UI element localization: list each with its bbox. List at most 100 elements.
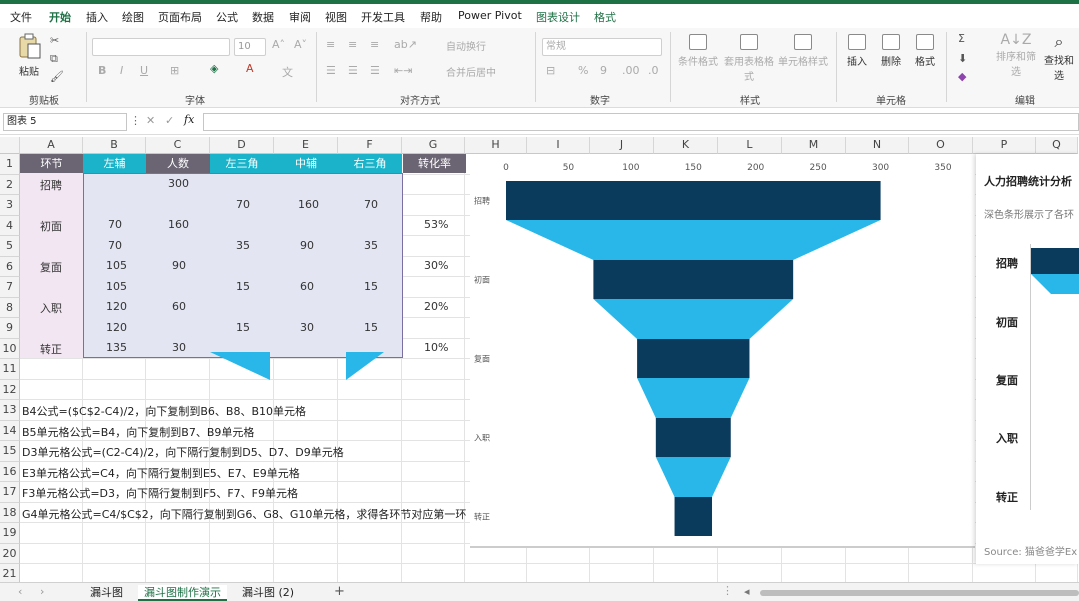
- menu-formulas[interactable]: 公式: [216, 9, 238, 25]
- scroll-left-icon[interactable]: ◂: [744, 585, 750, 598]
- cell-D9[interactable]: 15: [236, 321, 250, 334]
- cell-C4[interactable]: 160: [168, 218, 189, 231]
- menu-review[interactable]: 审阅: [289, 9, 311, 25]
- column-header-Q[interactable]: Q: [1036, 137, 1078, 154]
- format-as-table-button[interactable]: 套用表格格式: [722, 34, 776, 83]
- cell-styles-button[interactable]: 单元格样式: [778, 34, 828, 68]
- cell-C8[interactable]: 60: [172, 300, 186, 313]
- cell-E9[interactable]: 30: [300, 321, 314, 334]
- cut-icon[interactable]: ✂: [50, 34, 59, 47]
- cell-B7[interactable]: 105: [106, 280, 127, 293]
- align-right-icon[interactable]: ☰: [370, 64, 380, 77]
- indent-icon[interactable]: ⇤⇥: [394, 64, 412, 77]
- row-header-14[interactable]: 14: [0, 420, 20, 441]
- column-header-B[interactable]: B: [83, 137, 146, 154]
- align-left-icon[interactable]: ☰: [326, 64, 336, 77]
- column-header-M[interactable]: M: [782, 137, 846, 154]
- select-all-corner[interactable]: [0, 137, 20, 154]
- row-header-16[interactable]: 16: [0, 461, 20, 482]
- row-header-5[interactable]: 5: [0, 236, 20, 257]
- column-header-A[interactable]: A: [20, 137, 83, 154]
- next-sheet-icon[interactable]: ›: [40, 585, 44, 598]
- menu-power-pivot[interactable]: Power Pivot: [458, 9, 522, 22]
- sheet-tab[interactable]: 漏斗图: [84, 585, 129, 601]
- cell-B9[interactable]: 120: [106, 321, 127, 334]
- align-center-icon[interactable]: ☰: [348, 64, 358, 77]
- column-header-D[interactable]: D: [210, 137, 274, 154]
- autosum-icon[interactable]: Σ: [958, 32, 965, 45]
- tab-scroll-icon[interactable]: ⋮: [722, 584, 733, 597]
- number-format-combo[interactable]: 常规: [542, 38, 662, 56]
- row-header-20[interactable]: 20: [0, 543, 20, 564]
- fill-color-icon[interactable]: ◈: [210, 62, 218, 75]
- cell-E5[interactable]: 90: [300, 239, 314, 252]
- row-header-1[interactable]: 1: [0, 154, 20, 175]
- border-icon[interactable]: ⊞: [170, 64, 179, 77]
- more-icon[interactable]: ⋮: [130, 114, 141, 127]
- row-header-18[interactable]: 18: [0, 502, 20, 523]
- cell-D5[interactable]: 35: [236, 239, 250, 252]
- name-box[interactable]: 图表 5: [3, 113, 127, 131]
- row-header-2[interactable]: 2: [0, 174, 20, 195]
- increase-decimal-icon[interactable]: .00: [622, 64, 640, 77]
- phonetic-icon[interactable]: 文: [282, 64, 293, 80]
- menu-view[interactable]: 视图: [325, 9, 347, 25]
- column-header-K[interactable]: K: [654, 137, 718, 154]
- column-header-G[interactable]: G: [402, 137, 465, 154]
- menu-chart-design[interactable]: 图表设计: [536, 9, 580, 25]
- row-header-3[interactable]: 3: [0, 195, 20, 216]
- cell-C2[interactable]: 300: [168, 177, 189, 190]
- add-sheet-icon[interactable]: +: [334, 584, 345, 599]
- format-cells-button[interactable]: 格式: [910, 34, 940, 68]
- menu-data[interactable]: 数据: [252, 9, 274, 25]
- paste-button[interactable]: 粘贴: [14, 32, 44, 78]
- align-top-icon[interactable]: ≡: [326, 38, 335, 51]
- conditional-format-button[interactable]: 条件格式: [676, 34, 720, 68]
- row-header-12[interactable]: 12: [0, 379, 20, 400]
- column-header-L[interactable]: L: [718, 137, 782, 154]
- menu-developer[interactable]: 开发工具: [361, 9, 405, 25]
- row-header-7[interactable]: 7: [0, 277, 20, 298]
- row-header-4[interactable]: 4: [0, 215, 20, 236]
- column-header-C[interactable]: C: [146, 137, 210, 154]
- sort-filter-button[interactable]: A↓Z 排序和筛选: [994, 32, 1038, 78]
- format-painter-icon[interactable]: 🖌: [50, 70, 64, 83]
- cell-B4[interactable]: 70: [108, 218, 122, 231]
- column-header-E[interactable]: E: [274, 137, 338, 154]
- row-header-11[interactable]: 11: [0, 359, 20, 380]
- cell-D3[interactable]: 70: [236, 198, 250, 211]
- column-header-P[interactable]: P: [973, 137, 1036, 154]
- cell-F7[interactable]: 15: [364, 280, 378, 293]
- cancel-icon[interactable]: ✕: [146, 114, 155, 127]
- cell-G6[interactable]: 30%: [424, 259, 448, 272]
- enter-icon[interactable]: ✓: [165, 114, 174, 127]
- cell-G4[interactable]: 53%: [424, 218, 448, 231]
- insert-function-icon[interactable]: fx: [184, 113, 194, 126]
- row-header-13[interactable]: 13: [0, 400, 20, 421]
- menu-help[interactable]: 帮助: [420, 9, 442, 25]
- font-name-combo[interactable]: [92, 38, 230, 56]
- formula-input[interactable]: [203, 113, 1079, 131]
- menu-page-layout[interactable]: 页面布局: [158, 9, 202, 25]
- cell-D7[interactable]: 15: [236, 280, 250, 293]
- find-select-button[interactable]: ⌕ 查找和选: [1040, 32, 1078, 82]
- funnel-chart[interactable]: 0 50 100 150 200 250 300 350 招聘 初面 复面 入职 转正: [470, 154, 975, 548]
- font-grow-icon[interactable]: A˄: [272, 38, 285, 51]
- cell-G10[interactable]: 10%: [424, 341, 448, 354]
- column-header-H[interactable]: H: [465, 137, 527, 154]
- font-size-combo[interactable]: 10: [234, 38, 266, 56]
- column-header-I[interactable]: I: [527, 137, 590, 154]
- row-header-9[interactable]: 9: [0, 318, 20, 339]
- wrap-text-button[interactable]: 自动换行: [446, 38, 486, 53]
- align-bottom-icon[interactable]: ≡: [370, 38, 379, 51]
- row-header-8[interactable]: 8: [0, 297, 20, 318]
- fill-icon[interactable]: ⬇: [958, 52, 967, 65]
- align-middle-icon[interactable]: ≡: [348, 38, 357, 51]
- menu-format[interactable]: 格式: [594, 9, 616, 25]
- cell-B8[interactable]: 120: [106, 300, 127, 313]
- merge-center-button[interactable]: 合并后居中: [446, 64, 496, 79]
- row-header-17[interactable]: 17: [0, 482, 20, 503]
- percent-icon[interactable]: %: [578, 64, 588, 77]
- bold-icon[interactable]: B: [98, 64, 106, 77]
- cell-E7[interactable]: 60: [300, 280, 314, 293]
